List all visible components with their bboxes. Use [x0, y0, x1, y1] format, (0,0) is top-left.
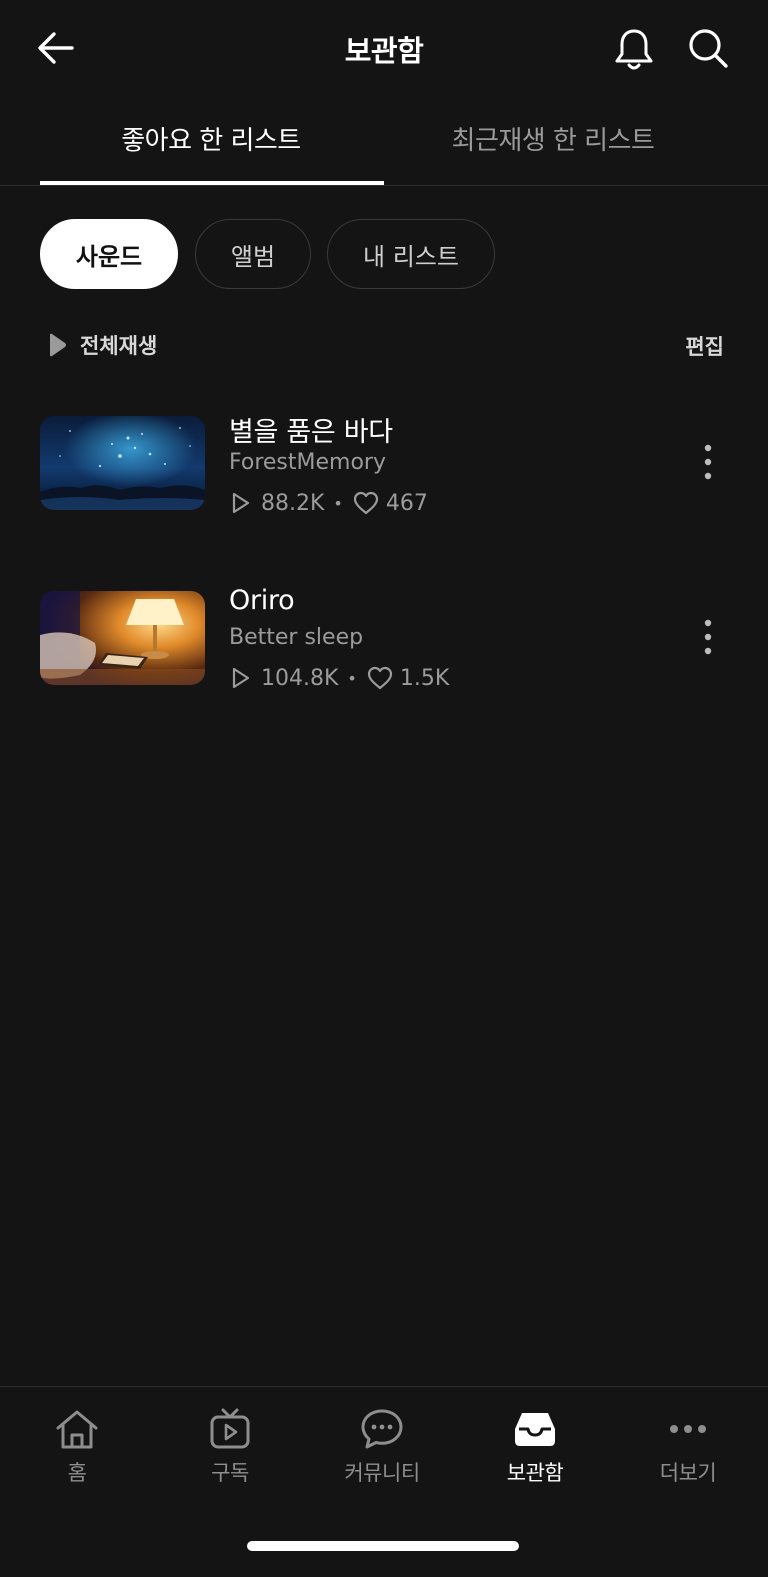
home-indicator [247, 1541, 519, 1551]
track-title: Oriro [229, 585, 295, 616]
inbox-tray-icon [515, 1413, 555, 1446]
track-artist: ForestMemory [229, 450, 386, 475]
play-count-icon [232, 492, 250, 514]
separator-dot: • [333, 493, 343, 513]
heart-icon [353, 491, 378, 515]
track-artist: Better sleep [229, 625, 364, 650]
track-title: 별을 품은 바다 [229, 417, 393, 448]
play-all-label: 전체재생 [80, 334, 158, 358]
nav-library[interactable]: 보관함 [475, 1407, 595, 1487]
search-icon[interactable] [686, 26, 730, 70]
nav-community-label: 커뮤니티 [344, 1461, 420, 1485]
tab-recently-played-list[interactable]: 최근재생 한 리스트 [382, 120, 724, 157]
nav-more-label: 더보기 [659, 1461, 717, 1485]
list-item[interactable]: 별을 품은 바다 ForestMemory 88.2K • 467 [40, 410, 730, 520]
nav-community[interactable]: 커뮤니티 [322, 1407, 442, 1487]
tab-liked-list[interactable]: 좋아요 한 리스트 [40, 120, 382, 157]
nav-more[interactable]: 더보기 [628, 1407, 748, 1487]
library-tabs: 좋아요 한 리스트 최근재생 한 리스트 [0, 100, 768, 186]
play-all-button[interactable]: 전체재생 [46, 328, 157, 362]
separator-dot: • [347, 668, 357, 688]
nav-home[interactable]: 홈 [17, 1407, 137, 1487]
heart-icon [367, 666, 392, 690]
nav-subscriptions-label: 구독 [211, 1461, 249, 1485]
list-item[interactable]: Oriro Better sleep 104.8K • 1.5K [40, 585, 730, 695]
play-count-icon [232, 667, 250, 689]
chip-sound[interactable]: 사운드 [40, 219, 178, 289]
nav-home-label: 홈 [67, 1461, 87, 1485]
active-tab-indicator [40, 181, 384, 185]
nav-subscriptions[interactable]: 구독 [170, 1407, 290, 1487]
nav-library-label: 보관함 [506, 1461, 564, 1485]
tv-play-icon [210, 1408, 250, 1449]
bell-icon[interactable] [612, 26, 656, 72]
app-header: 보관함 [0, 0, 768, 100]
play-icon [50, 333, 66, 357]
more-dots-icon [670, 1425, 706, 1433]
home-icon [56, 1410, 98, 1449]
chip-album[interactable]: 앨범 [195, 219, 311, 289]
track-stats: 104.8K • 1.5K [229, 663, 449, 693]
chip-my-list[interactable]: 내 리스트 [327, 219, 495, 289]
track-stats: 88.2K • 467 [229, 488, 428, 518]
track-thumbnail [40, 591, 205, 685]
more-options-icon[interactable] [698, 442, 718, 482]
track-thumbnail [40, 416, 205, 510]
like-count: 1.5K [399, 665, 450, 691]
like-count: 467 [385, 490, 428, 516]
play-count: 104.8K [261, 665, 339, 691]
play-count: 88.2K [261, 490, 325, 516]
edit-button[interactable]: 편집 [685, 331, 724, 361]
chat-bubble-icon [361, 1409, 403, 1449]
more-options-icon[interactable] [698, 617, 718, 657]
